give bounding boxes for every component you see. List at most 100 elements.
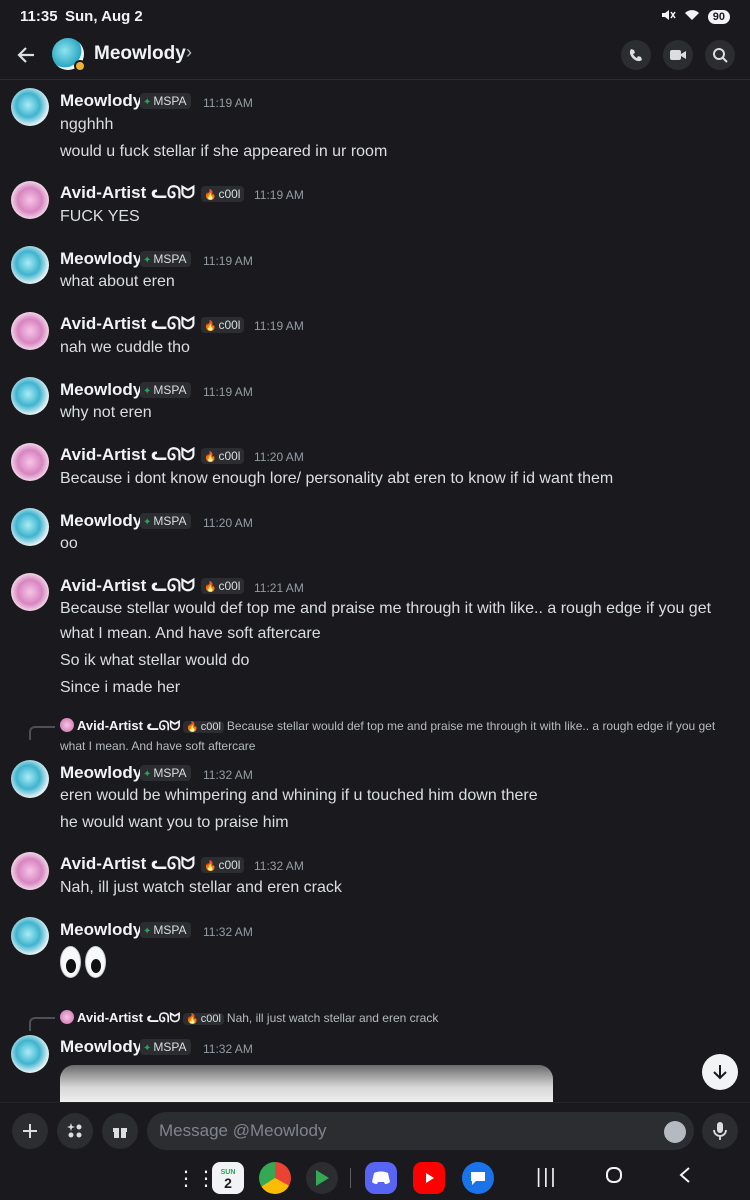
avatar <box>60 1010 74 1024</box>
message-author[interactable]: Avid-Artist ᓚᘏᗢ <box>60 854 195 874</box>
home-button[interactable] <box>605 1166 623 1190</box>
eyes-emoji <box>60 946 106 978</box>
message-timestamp: 11:19 AM <box>203 254 253 268</box>
apps-button[interactable] <box>57 1113 93 1149</box>
avatar[interactable] <box>11 852 49 890</box>
messages-app-icon[interactable] <box>462 1162 494 1194</box>
user-tag: ✦ MSPA <box>140 513 191 529</box>
user-tag: ✦ MSPA <box>140 1039 191 1055</box>
channel-header: Meowlody › <box>0 34 750 80</box>
message-author[interactable]: Meowlody <box>60 380 142 400</box>
voice-call-button[interactable] <box>621 40 651 70</box>
avatar <box>60 718 74 732</box>
jump-to-present-button[interactable] <box>702 1054 738 1090</box>
flame-icon: 🔥 <box>186 1014 199 1025</box>
message-text: oo <box>60 535 78 552</box>
dock-divider <box>350 1168 351 1188</box>
user-tag: 🔥 c00l <box>183 721 224 733</box>
message-text: FUCK YES <box>60 208 140 225</box>
calendar-app-icon[interactable]: SUN 2 <box>212 1162 244 1194</box>
reply-preview[interactable]: Avid-Artist ᓚᘏᗢ 🔥 c00l Because stellar woul… <box>60 717 730 755</box>
flame-icon: 🔥 <box>204 861 217 872</box>
avatar[interactable] <box>11 508 49 546</box>
message-input[interactable] <box>147 1112 694 1150</box>
reply-preview[interactable]: Avid-Artist ᓚᘏᗢ 🔥 c00l Nah, ill just watch … <box>60 1009 730 1029</box>
user-tag: ✦ MSPA <box>140 251 191 267</box>
message-timestamp: 11:20 AM <box>254 450 304 464</box>
flame-icon: 🔥 <box>204 190 217 201</box>
user-tag: ✦ MSPA <box>140 93 191 109</box>
flame-icon: 🔥 <box>186 722 199 733</box>
avatar[interactable] <box>11 760 49 798</box>
avatar[interactable] <box>11 573 49 611</box>
chevron-right-icon[interactable]: › <box>186 42 192 63</box>
message-text: Because i dont know enough lore/ persona… <box>60 470 614 487</box>
eye-icon <box>60 946 81 978</box>
play-store-app-icon[interactable] <box>306 1162 338 1194</box>
message-author[interactable]: Meowlody <box>60 1037 142 1057</box>
message-author[interactable]: Meowlody <box>60 91 142 111</box>
message-timestamp: 11:21 AM <box>254 581 304 595</box>
message-author[interactable]: Avid-Artist ᓚᘏᗢ <box>60 445 195 465</box>
back-button[interactable] <box>12 40 42 70</box>
search-button[interactable] <box>705 40 735 70</box>
sparkle-icon: ✦ <box>143 926 152 937</box>
user-tag: ✦ MSPA <box>140 382 191 398</box>
sparkle-icon: ✦ <box>143 517 152 528</box>
mute-icon <box>660 7 676 26</box>
avatar[interactable] <box>11 181 49 219</box>
play-icon <box>426 1173 434 1183</box>
status-time: 11:35 <box>20 8 58 25</box>
message-author[interactable]: Meowlody <box>60 249 142 269</box>
avatar[interactable] <box>11 246 49 284</box>
plus-icon <box>23 1124 37 1138</box>
avatar[interactable] <box>11 1035 49 1073</box>
sparkle-icon: ✦ <box>143 1043 152 1054</box>
discord-app-icon[interactable] <box>365 1162 397 1194</box>
reply-connector <box>29 1017 55 1031</box>
message-timestamp: 11:32 AM <box>203 1042 253 1056</box>
user-tag: 🔥 c00l <box>201 317 245 333</box>
message-timestamp: 11:32 AM <box>254 859 304 873</box>
message-author[interactable]: Avid-Artist ᓚᘏᗢ <box>60 576 195 596</box>
avatar[interactable] <box>11 88 49 126</box>
smiley-icon[interactable] <box>664 1121 686 1143</box>
message-author[interactable]: Meowlody <box>60 763 142 783</box>
back-nav-button[interactable] <box>678 1166 692 1190</box>
controller-icon <box>372 1171 390 1184</box>
sparkle-icon: ✦ <box>143 97 152 108</box>
message-text: Because stellar would def top me and pra… <box>60 600 712 617</box>
message-text: eren would be whimpering and whining if … <box>60 787 538 804</box>
avatar[interactable] <box>11 917 49 955</box>
message-author[interactable]: Meowlody <box>60 511 142 531</box>
avatar[interactable] <box>11 443 49 481</box>
sparkle-icon: ✦ <box>143 255 152 266</box>
attach-button[interactable] <box>12 1113 48 1149</box>
flame-icon: 🔥 <box>204 582 217 593</box>
chrome-app-icon[interactable] <box>259 1162 291 1194</box>
phone-icon <box>629 49 642 62</box>
message-timestamp: 11:20 AM <box>203 516 253 530</box>
user-tag: ✦ MSPA <box>140 765 191 781</box>
message-text: what about eren <box>60 273 175 290</box>
message-author[interactable]: Avid-Artist ᓚᘏᗢ <box>60 314 195 334</box>
app-drawer-icon[interactable]: ⋮⋮ <box>176 1166 216 1191</box>
avatar[interactable] <box>11 377 49 415</box>
system-nav-bar: ⋮⋮ SUN 2 ||| <box>0 1158 750 1200</box>
message-author[interactable]: Meowlody <box>60 920 142 940</box>
gift-button[interactable] <box>102 1113 138 1149</box>
video-call-button[interactable] <box>663 40 693 70</box>
message-text: he would want you to praise him <box>60 814 289 831</box>
page-title[interactable]: Meowlody <box>94 43 186 65</box>
message-author[interactable]: Avid-Artist ᓚᘏᗢ <box>60 183 195 203</box>
arrow-down-icon <box>713 1065 727 1080</box>
message-text: ngghhh <box>60 116 114 133</box>
message-text: would u fuck stellar if she appeared in … <box>60 143 388 160</box>
recents-button[interactable]: ||| <box>536 1166 558 1189</box>
message-text: nah we cuddle tho <box>60 339 190 356</box>
youtube-app-icon[interactable] <box>413 1162 445 1194</box>
avatar[interactable] <box>11 312 49 350</box>
message-composer <box>0 1102 750 1158</box>
image-attachment[interactable] <box>60 1065 553 1102</box>
voice-message-button[interactable] <box>702 1113 738 1149</box>
